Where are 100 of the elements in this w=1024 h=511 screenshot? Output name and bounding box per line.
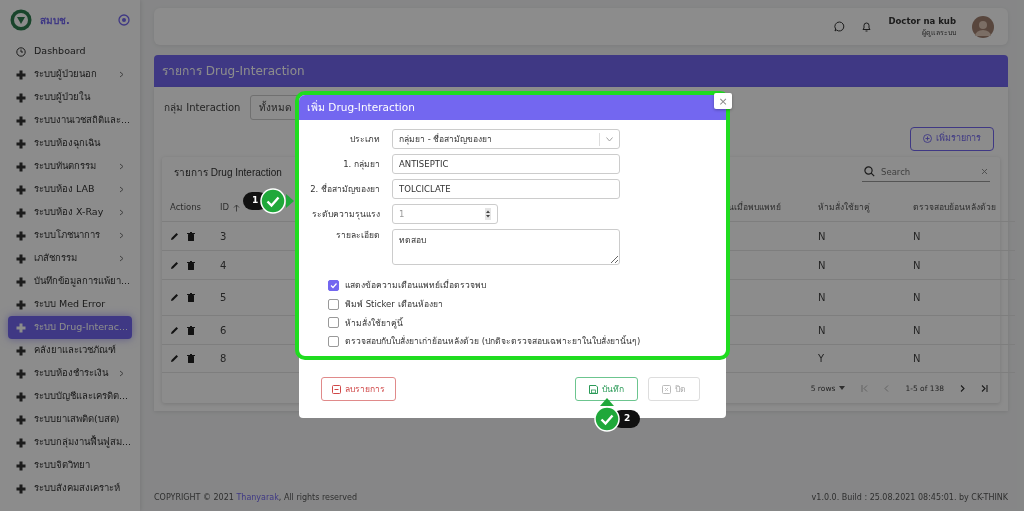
input-field[interactable]: ANTISEPTIC [392, 154, 620, 174]
search-icon [864, 166, 875, 178]
sidebar-item[interactable]: ระบบทันตกรรม [8, 155, 132, 178]
sidebar-item[interactable]: ระบบ Med Error [8, 293, 132, 316]
close-button[interactable]: × [714, 93, 732, 109]
table-cell-text: N [913, 229, 921, 244]
column-header[interactable]: ID [220, 201, 241, 215]
cross-icon [16, 138, 26, 149]
checkbox[interactable] [328, 298, 339, 310]
brand-name: สมบช. [40, 13, 70, 28]
sidebar-item[interactable]: เภสัชกรรม [8, 247, 132, 270]
trash-icon[interactable] [187, 260, 195, 270]
checkbox-label: แสดงข้อความเตือนแพทย์เมื่อตรวจพบ [345, 279, 486, 292]
field-label: ระดับความรุนแรง [311, 207, 381, 221]
delete-button[interactable]: ลบรายการ [321, 376, 396, 402]
sidebar-item[interactable]: ระบบผู้ป่วยใน [8, 86, 132, 109]
checkbox[interactable] [328, 336, 339, 348]
sidebar-item[interactable]: ระบบ Drug-Interac... [8, 316, 132, 339]
sidebar-item[interactable]: บันทึกข้อมูลการแพ้ยา... [8, 270, 132, 293]
sidebar-item[interactable]: ระบบสังคมสงเคราะห์ [8, 477, 132, 500]
chevron-down-icon [606, 136, 613, 142]
field-label: 2. ชื่อสามัญของยา [309, 182, 381, 196]
cross-icon [16, 184, 26, 195]
add-button[interactable]: เพิ่มรายการ [910, 127, 994, 151]
field-label: ประเภท [349, 132, 381, 146]
cross-icon [16, 115, 26, 126]
text-area[interactable]: ทดสอบ [392, 229, 620, 265]
trash-icon[interactable] [187, 325, 195, 335]
table-cell-text: 5 [220, 291, 227, 306]
sidebar-item[interactable]: ระบบจิตวิทยา [8, 454, 132, 477]
table-cell-text: N [818, 323, 826, 338]
copyright-link[interactable]: Thanyarak [236, 493, 279, 502]
plus-circle-icon [923, 134, 932, 144]
pencil-icon[interactable] [170, 231, 179, 241]
trash-icon[interactable] [187, 231, 195, 241]
minus-square-icon [332, 384, 341, 394]
cross-icon [16, 253, 26, 264]
sidebar-item[interactable]: ระบบยาเสพติด(บสต) [8, 408, 132, 431]
cross-icon [16, 207, 26, 218]
pencil-icon[interactable] [170, 354, 179, 364]
close-square-icon [662, 384, 671, 394]
field-label: รายละเอียด [335, 229, 381, 242]
sidebar-item[interactable]: ระบบห้อง LAB [8, 178, 132, 201]
cross-icon [16, 414, 26, 425]
trash-icon[interactable] [187, 293, 195, 303]
column-header[interactable]: Actions [170, 201, 202, 215]
column-header[interactable]: ตรวจสอบย้อนหลังด้วย [913, 201, 996, 215]
sidebar-item[interactable]: Dashboard [8, 40, 132, 63]
clock-icon [16, 46, 26, 57]
table-cell-text: N [913, 323, 921, 338]
input-field[interactable]: TOLCICLATE [392, 179, 620, 199]
table-cell-text: 8 [220, 352, 227, 367]
sidebar-item[interactable]: ระบบโภชนาการ [8, 224, 132, 247]
filter-label: กลุ่ม Interaction [164, 100, 241, 115]
cross-icon [16, 368, 26, 379]
user-name: Doctor na kub [888, 14, 956, 28]
logo-icon [10, 9, 32, 31]
pencil-icon[interactable] [170, 293, 179, 303]
table-cell-text: 6 [220, 323, 227, 338]
table-cell-text: N [818, 258, 826, 273]
select-field[interactable]: กลุ่มยา - ชื่อสามัญของยา [392, 129, 620, 149]
bell-icon[interactable] [861, 21, 873, 32]
copyright-text: COPYRIGHT © 2021 Thanyarak, All rights reserved [154, 492, 358, 504]
pencil-icon[interactable] [170, 325, 179, 335]
table-cell-text: N [913, 291, 921, 306]
table-cell-text: 4 [220, 258, 227, 273]
next-page-icon[interactable] [960, 384, 965, 392]
last-page-icon[interactable] [981, 384, 988, 392]
cross-icon [16, 345, 26, 356]
target-icon[interactable] [118, 14, 130, 26]
sidebar-item[interactable]: คลังยาและเวชภัณฑ์ [8, 339, 132, 362]
table-title: รายการ Drug Interaction [174, 165, 282, 180]
checkbox-label: ห้ามสั่งใช้ยาคู่นี้ [345, 316, 403, 330]
trash-icon[interactable] [187, 354, 195, 364]
checkbox[interactable] [328, 317, 339, 329]
check-icon [329, 280, 338, 290]
number-field[interactable]: 1 [392, 204, 498, 224]
column-header[interactable]: นเมื่อพบแพทย์ [728, 201, 781, 215]
chat-icon[interactable] [834, 21, 846, 32]
pencil-icon[interactable] [170, 260, 179, 270]
cross-icon [16, 92, 26, 103]
cross-icon [16, 437, 26, 448]
table-cell-text: N [913, 258, 921, 273]
sidebar-item[interactable]: ระบบผู้ป่วยนอก [8, 63, 132, 86]
arrow-up-icon [600, 398, 614, 406]
table-cell-text: N [818, 291, 826, 306]
sidebar-item[interactable]: ระบบบัญชีและเครดิต... [8, 385, 132, 408]
sidebar-item[interactable]: ระบบห้องชำระเงิน [8, 362, 132, 385]
cross-icon [16, 483, 26, 494]
spinner-arrows-icon[interactable] [485, 208, 491, 220]
sidebar-item[interactable]: ระบบห้องฉุกเฉิน [8, 132, 132, 155]
column-header[interactable]: ห้ามสั่งใช้ยาคู่ [818, 201, 870, 215]
sidebar-item[interactable]: ระบบกลุ่มงานฟื้นฟูสม... [8, 431, 132, 454]
checkbox-label: ตรวจสอบกับใบสั่งยาเก่าย้อนหลังด้วย (ปกติจะตรวจสอบเฉพาะยาในใบสั่งยานั้นๆ) [345, 335, 641, 348]
save-button[interactable]: บันทึก [575, 376, 638, 402]
checkbox[interactable] [328, 279, 339, 291]
sidebar-item[interactable]: ระบบห้อง X-Ray [8, 201, 132, 224]
avatar[interactable] [972, 15, 994, 38]
cross-icon [16, 460, 26, 471]
sidebar-item[interactable]: ระบบงานเวชสถิติและ... [8, 109, 132, 132]
